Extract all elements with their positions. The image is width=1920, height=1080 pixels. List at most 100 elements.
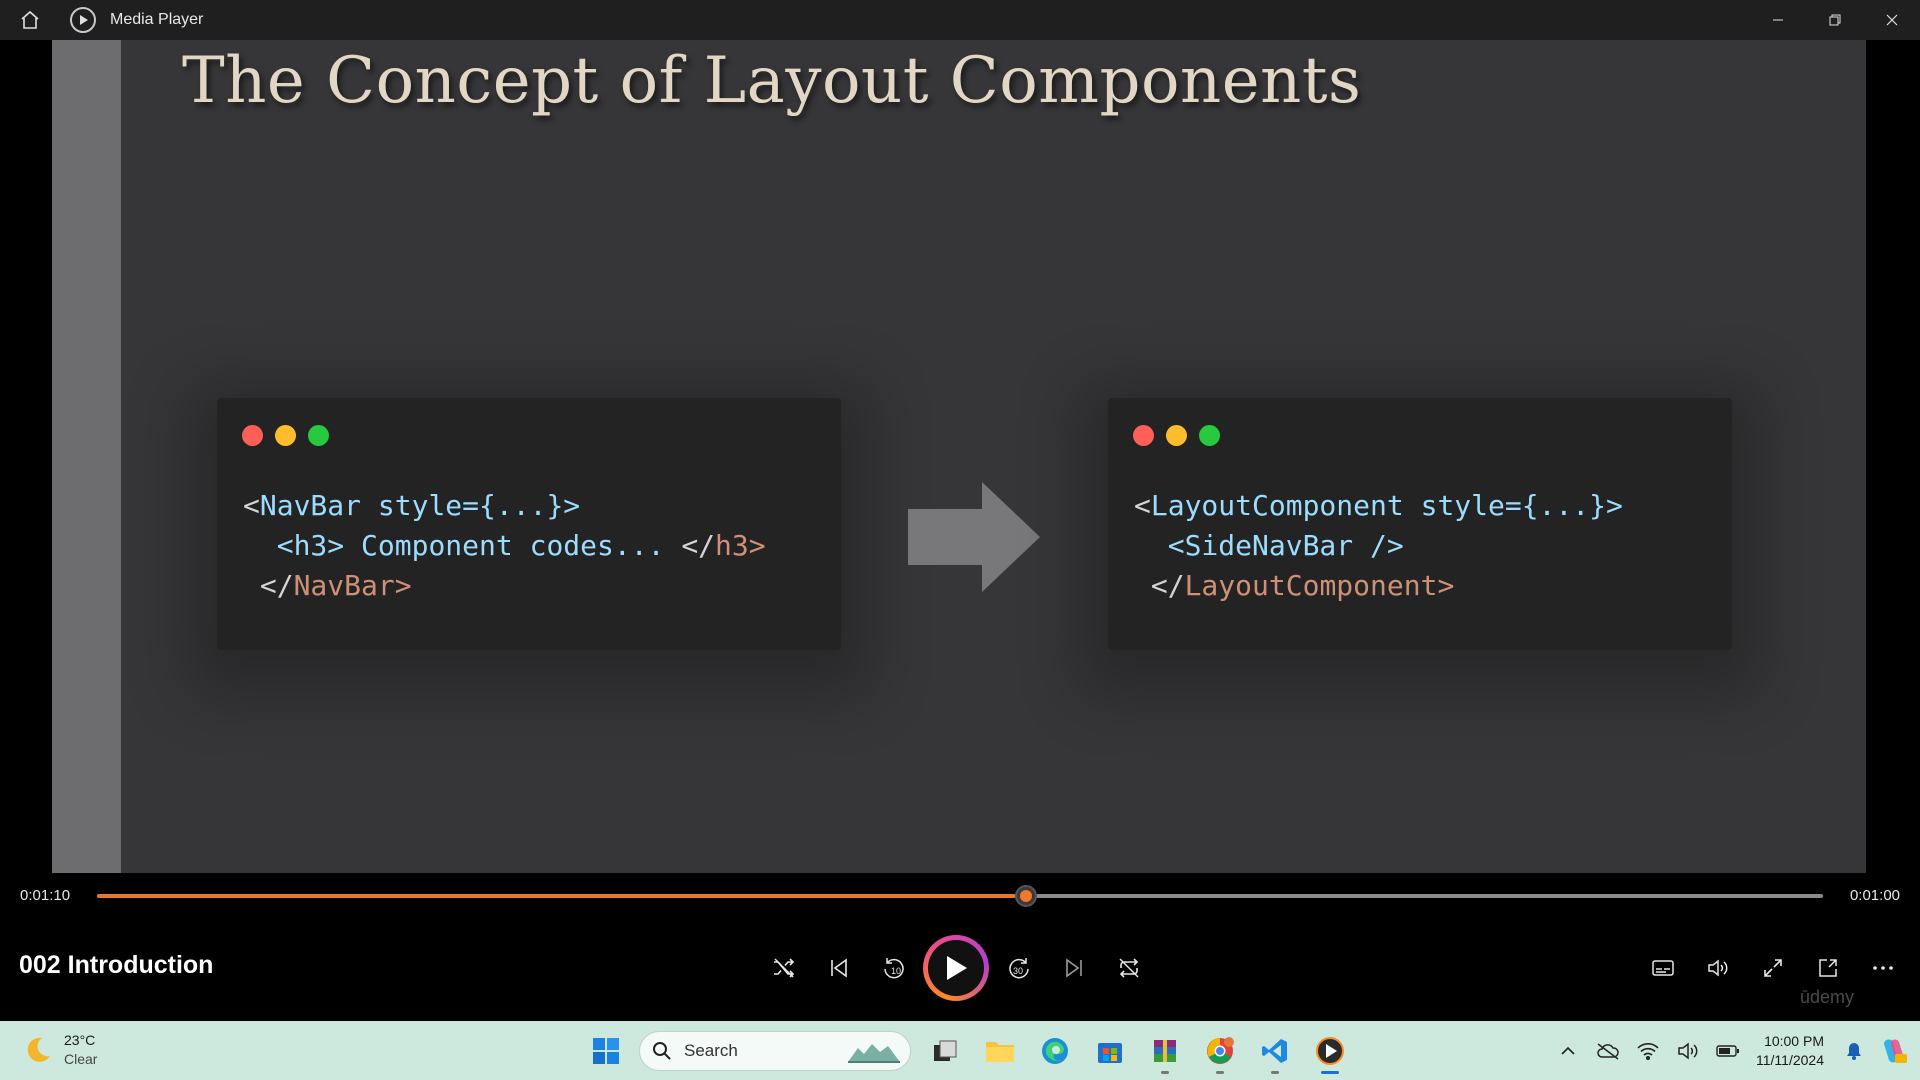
media-player-taskbar-button[interactable] <box>1302 1027 1357 1075</box>
transport-controls: 10 30 <box>756 935 1156 1001</box>
code-line: <NavBar style={...}> <box>243 489 581 522</box>
red-dot <box>242 425 263 446</box>
close-button[interactable] <box>1863 0 1920 40</box>
taskbar-apps: Search <box>578 1027 1357 1075</box>
previous-button[interactable] <box>811 941 866 996</box>
yellow-dot <box>1166 425 1187 446</box>
bell-icon <box>1847 1042 1861 1060</box>
title-bar: Media Player <box>0 0 1920 40</box>
code-line: <LayoutComponent style={...}> <box>1134 489 1623 522</box>
code-window-left: <NavBar style={...}> <h3> Component code… <box>217 398 841 650</box>
winrar-button[interactable] <box>1137 1027 1192 1075</box>
yellow-dot <box>275 425 296 446</box>
code-line: <h3> Component codes... </h3> <box>243 529 766 562</box>
moon-icon <box>27 1037 50 1062</box>
green-dot <box>1199 425 1220 446</box>
skip-previous-icon <box>830 958 847 978</box>
skip-next-icon <box>1065 958 1082 978</box>
video-area[interactable]: The Concept of Layout Components <NavBar… <box>0 40 1920 873</box>
home-button[interactable] <box>0 0 60 40</box>
shuffle-icon <box>773 958 794 978</box>
more-icon <box>1872 966 1893 970</box>
code-line: </NavBar> <box>243 569 412 602</box>
mini-player-button[interactable] <box>1800 945 1855 991</box>
slide-title: The Concept of Layout Components <box>182 44 1362 118</box>
taskbar-clock[interactable]: 10:00 PM 11/11/2024 <box>1756 1032 1824 1070</box>
media-title: 002 Introduction <box>19 951 214 979</box>
playback-controls: 002 Introduction 10 30 ūdemy <box>0 917 1920 1021</box>
seek-thumb[interactable] <box>1015 885 1038 907</box>
copilot-icon <box>1884 1039 1907 1063</box>
window-dots <box>1133 425 1220 446</box>
speaker-icon <box>1678 1041 1698 1060</box>
fullscreen-button[interactable] <box>1745 945 1800 991</box>
minimize-button[interactable] <box>1749 0 1806 40</box>
forward-30-button[interactable]: 30 <box>991 941 1046 996</box>
slide: The Concept of Layout Components <NavBar… <box>52 40 1866 873</box>
clock-time: 10:00 PM <box>1764 1032 1824 1049</box>
chrome-button[interactable] <box>1192 1027 1247 1075</box>
arrow-right-icon <box>908 482 1040 592</box>
weather-condition: Clear <box>64 1051 98 1067</box>
wifi-icon <box>1637 1042 1659 1060</box>
edge-icon <box>1041 1038 1068 1064</box>
edge-button[interactable] <box>1027 1027 1082 1075</box>
play-button[interactable] <box>923 935 989 1001</box>
search-icon <box>653 1042 671 1060</box>
media-player-app-icon <box>70 7 96 33</box>
repeat-button[interactable] <box>1101 941 1156 996</box>
copilot-button[interactable] <box>1874 1031 1914 1071</box>
chrome-icon <box>1206 1037 1234 1064</box>
task-view-button[interactable] <box>917 1027 972 1075</box>
window-controls <box>1749 0 1920 40</box>
weather-widget[interactable]: 23°C Clear <box>22 1031 97 1069</box>
fullscreen-icon <box>1763 959 1782 977</box>
code-block-left: <NavBar style={...}> <h3> Component code… <box>243 486 766 606</box>
code-line: <SideNavBar /> <box>1134 529 1404 562</box>
start-button[interactable] <box>578 1027 633 1075</box>
shuffle-button[interactable] <box>756 941 811 996</box>
rewind-10-icon: 10 <box>883 958 904 979</box>
cloud-offline-icon <box>1597 1042 1619 1060</box>
seek-progress <box>97 894 1027 898</box>
battery-icon <box>1716 1044 1739 1057</box>
vscode-button[interactable] <box>1247 1027 1302 1075</box>
task-view-icon <box>933 1040 956 1061</box>
volume-tray-button[interactable] <box>1668 1031 1708 1071</box>
seek-track[interactable] <box>97 894 1823 898</box>
taskbar-search[interactable]: Search <box>639 1031 911 1071</box>
subtitles-icon <box>1651 960 1674 976</box>
minimize-icon <box>1772 19 1783 21</box>
more-options-button[interactable] <box>1855 945 1910 991</box>
vscode-icon <box>1261 1039 1287 1063</box>
seek-bar: 0:01:10 0:01:00 <box>0 873 1920 917</box>
restore-button[interactable] <box>1806 0 1863 40</box>
rewind-10-button[interactable]: 10 <box>866 941 921 996</box>
search-placeholder: Search <box>684 1041 738 1060</box>
svg-text:30: 30 <box>1013 966 1023 976</box>
play-icon <box>947 956 967 980</box>
onedrive-button[interactable] <box>1588 1031 1628 1071</box>
close-icon <box>1886 14 1897 26</box>
code-window-right: <LayoutComponent style={...}> <SideNavBa… <box>1108 398 1732 650</box>
repeat-off-icon <box>1119 958 1138 978</box>
remaining-time: 0:01:00 <box>1849 887 1900 904</box>
store-button[interactable] <box>1082 1027 1137 1075</box>
file-explorer-button[interactable] <box>972 1027 1027 1075</box>
network-button[interactable] <box>1628 1031 1668 1071</box>
weather-temperature: 23°C <box>64 1032 96 1048</box>
subtitles-button[interactable] <box>1635 945 1690 991</box>
volume-button[interactable] <box>1690 945 1745 991</box>
show-hidden-icons-button[interactable] <box>1548 1031 1588 1071</box>
battery-button[interactable] <box>1708 1031 1748 1071</box>
notifications-button[interactable] <box>1834 1031 1874 1071</box>
windows-icon <box>592 1038 619 1064</box>
taskbar: 23°C Clear Search 10:00 PM 11/11/2024 <box>0 1021 1920 1080</box>
home-icon <box>21 10 39 29</box>
mini-player-icon <box>1818 959 1837 977</box>
system-tray: 10:00 PM 11/11/2024 <box>1548 1021 1920 1080</box>
volume-icon <box>1707 959 1727 977</box>
media-player-icon <box>1315 1037 1344 1065</box>
next-button[interactable] <box>1046 941 1101 996</box>
elapsed-time: 0:01:10 <box>20 887 71 904</box>
